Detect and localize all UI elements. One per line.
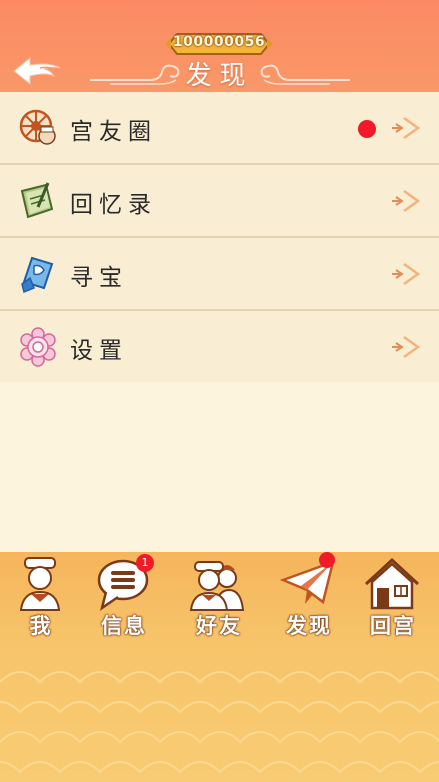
menu-item-settings[interactable]: 设置 xyxy=(0,311,439,384)
content-background xyxy=(0,382,439,552)
tab-label: 发现 xyxy=(286,614,332,638)
cloud-ornament-icon xyxy=(260,64,350,85)
unread-badge: 1 xyxy=(136,554,154,572)
wave-pattern-icon xyxy=(0,671,439,774)
tab-label: 信息 xyxy=(101,614,147,638)
person-icon xyxy=(19,557,61,611)
tab-label: 我 xyxy=(29,614,53,638)
chevron-right-icon xyxy=(392,335,421,359)
tab-home[interactable]: 回宫 xyxy=(349,552,437,642)
page-title: 发现 xyxy=(185,61,254,91)
treasure-icon xyxy=(21,256,54,294)
flower-gear-icon xyxy=(20,327,56,367)
wheel-icon xyxy=(19,109,56,145)
tab-label: 好友 xyxy=(196,614,242,638)
bottom-tab-bar: 我 1 信息 好友 发现 回宫 xyxy=(0,552,439,782)
notification-dot xyxy=(358,120,376,138)
coin-count: 100000056 xyxy=(172,34,266,50)
notification-dot xyxy=(319,552,335,568)
tab-me[interactable]: 我 xyxy=(0,552,85,642)
discover-menu: 宫友圈 回忆录 寻宝 设置 xyxy=(0,92,439,384)
chevron-right-icon xyxy=(392,262,421,286)
header-bar: 100000056 发现 xyxy=(0,0,439,92)
menu-item-label: 设置 xyxy=(70,338,128,364)
menu-item-memoir[interactable]: 回忆录 xyxy=(0,165,439,238)
menu-item-label: 宫友圈 xyxy=(70,119,157,145)
menu-item-label: 回忆录 xyxy=(70,192,157,218)
chevron-right-icon xyxy=(392,116,421,140)
menu-item-label: 寻宝 xyxy=(70,265,128,291)
friends-icon xyxy=(189,561,245,611)
tab-label: 回宫 xyxy=(370,614,416,638)
tab-friends[interactable]: 好友 xyxy=(175,552,263,642)
book-icon xyxy=(20,182,54,219)
menu-item-treasure[interactable]: 寻宝 xyxy=(0,238,439,311)
menu-item-moments[interactable]: 宫友圈 xyxy=(0,92,439,165)
tab-discover[interactable]: 发现 xyxy=(265,552,353,642)
tab-messages[interactable]: 1 信息 xyxy=(80,552,168,642)
chevron-right-icon xyxy=(392,189,421,213)
house-icon xyxy=(364,557,420,610)
